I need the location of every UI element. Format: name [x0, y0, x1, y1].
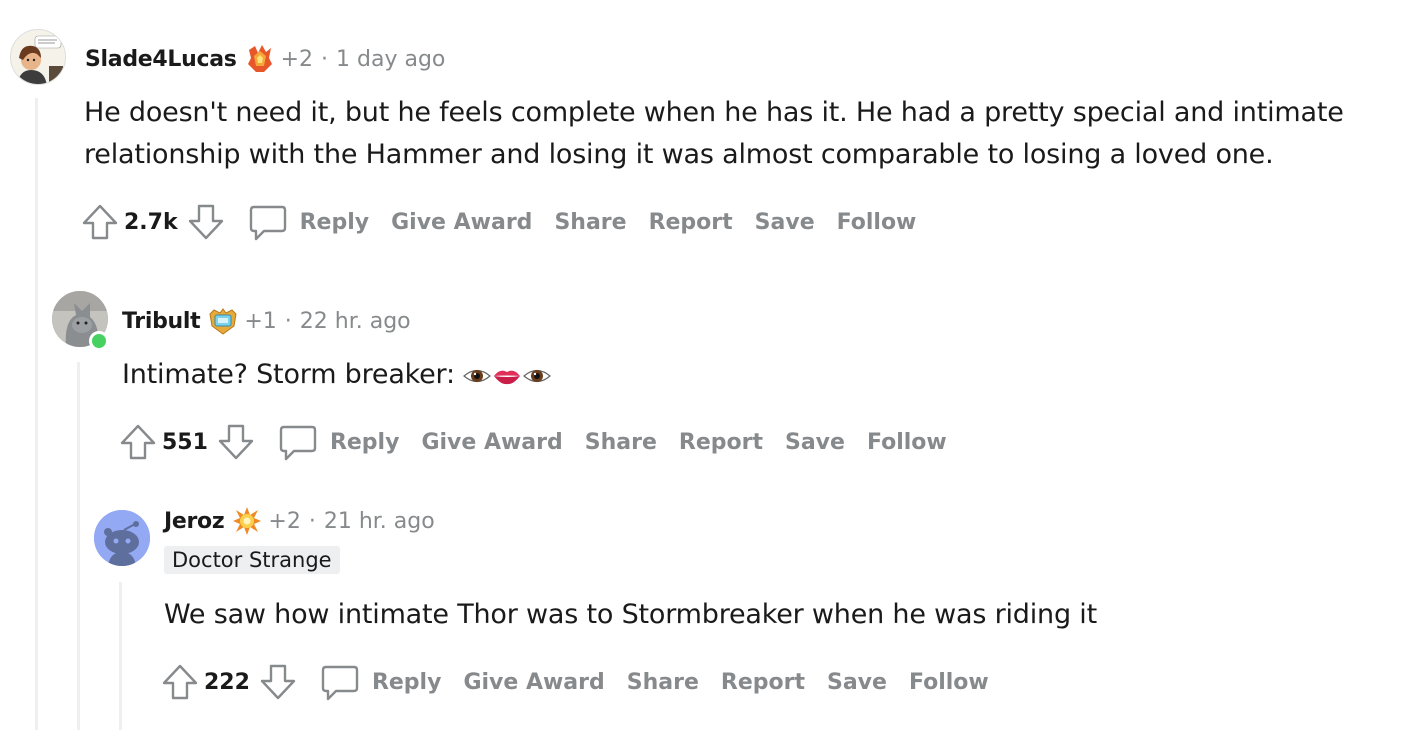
meta-separator: · — [321, 46, 329, 72]
report-button[interactable]: Report — [649, 210, 733, 235]
fire-crystal-award-icon[interactable] — [245, 44, 275, 74]
username[interactable]: Jeroz — [164, 509, 225, 534]
timestamp[interactable]: 22 hr. ago — [300, 309, 411, 334]
award-count[interactable]: +2 — [281, 47, 313, 72]
snoo-default-avatar-icon — [94, 510, 150, 566]
reply-button[interactable]: Reply — [320, 662, 442, 702]
downvote-arrow-icon[interactable] — [258, 662, 298, 702]
comment-body-text: Intimate? Storm breaker: — [122, 359, 464, 390]
share-button[interactable]: Share — [627, 670, 699, 695]
username[interactable]: Tribult — [122, 309, 201, 334]
thread-line-level-1[interactable] — [35, 98, 38, 730]
eye-emoji-icon — [463, 369, 492, 382]
upvote-arrow-icon[interactable] — [160, 662, 200, 702]
vote-score: 551 — [162, 429, 208, 455]
comment-meta: Tribult +1 · 22 hr. ago — [122, 304, 411, 338]
online-status-indicator — [89, 331, 109, 351]
comment-action-bar: 2.7k Reply Give Award Share Report Save … — [80, 201, 916, 243]
shield-award-icon[interactable] — [208, 306, 238, 336]
user-avatar[interactable] — [94, 510, 150, 566]
comment-action-bar: 222 Reply Give Award Share Report Save F… — [160, 661, 989, 703]
reply-label: Reply — [299, 209, 370, 235]
report-button[interactable]: Report — [721, 670, 805, 695]
timestamp[interactable]: 21 hr. ago — [324, 509, 435, 534]
thread-line-level-3[interactable] — [119, 582, 122, 730]
comment-body: He doesn't need it, but he feels complet… — [84, 92, 1404, 176]
comment-body: Intimate? Storm breaker: — [122, 354, 1402, 396]
give-award-button[interactable]: Give Award — [421, 430, 562, 455]
downvote-arrow-icon[interactable] — [186, 202, 226, 242]
eye-emoji-icon — [523, 369, 552, 382]
thread-line-level-2[interactable] — [77, 362, 80, 730]
user-avatar[interactable] — [10, 29, 66, 85]
share-button[interactable]: Share — [554, 210, 626, 235]
save-button[interactable]: Save — [755, 210, 815, 235]
comment-bubble-icon — [320, 662, 360, 702]
reply-button[interactable]: Reply — [278, 422, 400, 462]
comment-body-line: relationship with the Hammer and losing … — [84, 139, 1274, 170]
reply-label: Reply — [371, 669, 442, 695]
give-award-button[interactable]: Give Award — [391, 210, 532, 235]
emoji-sequence — [463, 365, 552, 387]
award-count[interactable]: +2 — [268, 509, 300, 534]
follow-button[interactable]: Follow — [837, 210, 917, 235]
comment-meta: Slade4Lucas +2 · 1 day ago — [85, 42, 445, 76]
meta-separator: · — [284, 308, 292, 334]
comment-action-bar: 551 Reply Give Award Share Report Save F… — [118, 421, 947, 463]
reply-label: Reply — [329, 429, 400, 455]
comment-bubble-icon — [248, 202, 288, 242]
explosion-award-icon[interactable] — [232, 506, 262, 536]
share-button[interactable]: Share — [585, 430, 657, 455]
username[interactable]: Slade4Lucas — [85, 47, 237, 72]
vote-score: 222 — [204, 669, 250, 695]
upvote-arrow-icon[interactable] — [118, 422, 158, 462]
comment-meta: Jeroz +2 · 21 hr. ago — [164, 504, 435, 538]
save-button[interactable]: Save — [827, 670, 887, 695]
downvote-arrow-icon[interactable] — [216, 422, 256, 462]
timestamp[interactable]: 1 day ago — [336, 47, 445, 72]
reply-button[interactable]: Reply — [248, 202, 370, 242]
vote-score: 2.7k — [124, 209, 178, 235]
custom-avatar-icon — [11, 30, 65, 84]
give-award-button[interactable]: Give Award — [463, 670, 604, 695]
follow-button[interactable]: Follow — [867, 430, 947, 455]
user-flair: Doctor Strange — [164, 546, 340, 574]
comment-body-text: We saw how intimate Thor was to Stormbre… — [164, 599, 1097, 630]
report-button[interactable]: Report — [679, 430, 763, 455]
comment-bubble-icon — [278, 422, 318, 462]
comment-body: We saw how intimate Thor was to Stormbre… — [164, 594, 1404, 636]
upvote-arrow-icon[interactable] — [80, 202, 120, 242]
follow-button[interactable]: Follow — [909, 670, 989, 695]
lips-emoji-icon — [494, 370, 521, 384]
save-button[interactable]: Save — [785, 430, 845, 455]
award-count[interactable]: +1 — [244, 309, 276, 334]
meta-separator: · — [308, 508, 316, 534]
comment-body-line: He doesn't need it, but he feels complet… — [84, 97, 1344, 128]
